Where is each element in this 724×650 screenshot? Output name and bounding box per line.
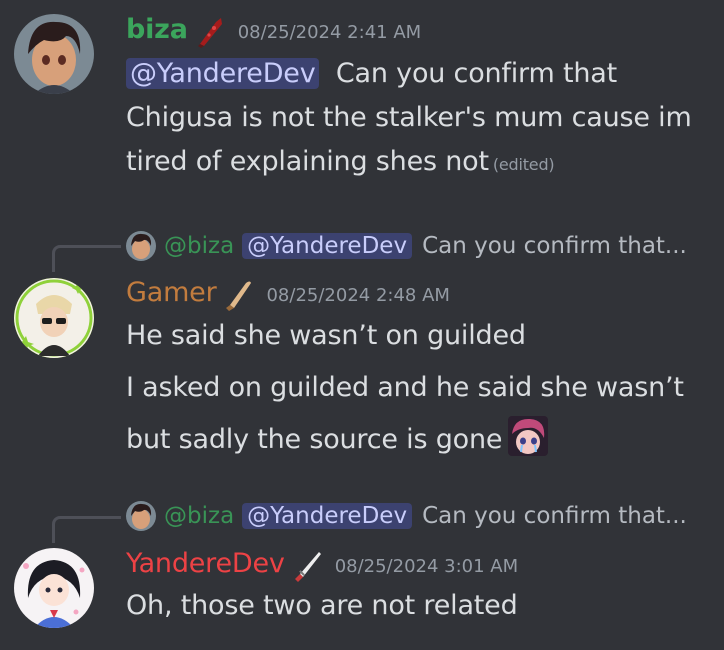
message-text: Oh, those two are not related (126, 590, 518, 621)
author-name[interactable]: YandereDev (126, 548, 285, 579)
message-text: but sadly the source is gone (126, 424, 503, 455)
timestamp[interactable]: 08/25/2024 2:41 AM (238, 22, 421, 43)
message-text: Can you confirm that (335, 58, 617, 89)
avatar[interactable] (14, 14, 94, 94)
timestamp[interactable]: 08/25/2024 2:48 AM (266, 285, 449, 306)
reply-avatar (126, 501, 156, 531)
timestamp[interactable]: 08/25/2024 3:01 AM (335, 556, 518, 577)
reply-avatar (126, 231, 156, 261)
reply-preview[interactable]: @biza @YandereDev Can you confirm that..… (126, 501, 687, 531)
message-text: He said she wasn’t on guilded (126, 320, 526, 351)
bloody-knife-icon (194, 14, 228, 48)
avatar[interactable] (14, 278, 94, 358)
author-name[interactable]: Gamer (126, 277, 217, 308)
message-text: I asked on guilded and he said she wasn’… (126, 372, 684, 403)
reply-preview[interactable]: @biza @YandereDev Can you confirm that..… (126, 231, 687, 261)
message-text: Chigusa is not the stalker's mum cause i… (126, 102, 692, 133)
crying-anime-girl-emoji[interactable] (508, 416, 549, 456)
katana-icon (291, 548, 325, 582)
author-name[interactable]: biza (126, 14, 188, 45)
chat-message-list: biza 08/25/2024 2:41 AM @YandereDev Can … (0, 0, 724, 650)
reply-spine (52, 516, 121, 543)
reply-text: Can you confirm that... (422, 233, 687, 259)
message-content: @YandereDev Can you confirm that (126, 58, 617, 89)
edited-label: (edited) (492, 155, 555, 174)
message-content: but sadly the source is gone (126, 416, 549, 456)
avatar[interactable] (14, 548, 94, 628)
reply-mention[interactable]: @YandereDev (242, 233, 413, 259)
message-content: tired of explaining shes not (edited) (126, 146, 555, 177)
user-mention[interactable]: @YandereDev (126, 58, 320, 89)
knife-icon (222, 277, 256, 311)
reply-author[interactable]: @biza (164, 233, 234, 259)
reply-author[interactable]: @biza (164, 503, 234, 529)
reply-text: Can you confirm that... (422, 503, 687, 529)
reply-spine (52, 245, 121, 272)
reply-mention[interactable]: @YandereDev (242, 503, 413, 529)
message-text: tired of explaining shes not (126, 146, 489, 177)
